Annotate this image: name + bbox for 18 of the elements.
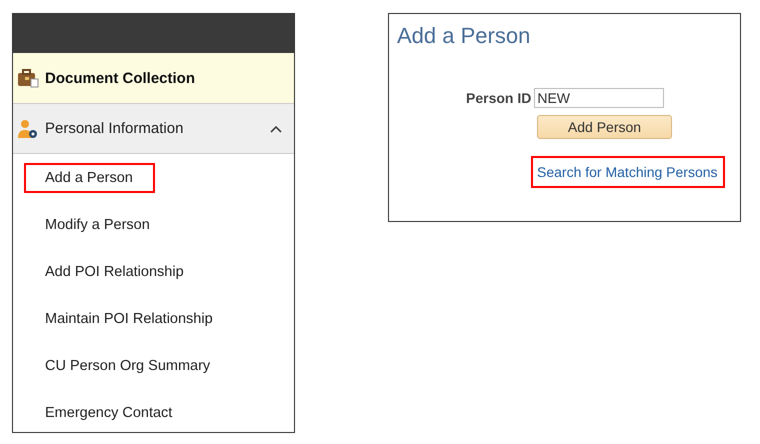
add-person-button[interactable]: Add Person	[537, 115, 672, 139]
briefcase-icon	[17, 68, 39, 88]
menu-item[interactable]: Emergency Contact	[24, 398, 194, 428]
menu-item[interactable]: Maintain POI Relationship	[24, 304, 235, 334]
menu-section[interactable]: Document Collection	[13, 53, 294, 104]
menu-item[interactable]: Modify a Person	[24, 210, 172, 240]
menu-item[interactable]: Add a Person	[24, 162, 155, 192]
menu-item[interactable]: CU Person Org Summary	[24, 350, 232, 380]
page-title: Add a Person	[397, 23, 532, 49]
person-id-field[interactable]: NEW	[534, 88, 664, 108]
menu-group[interactable]: Personal Information	[13, 104, 294, 154]
search-link[interactable]: Search for Matching Persons	[531, 156, 725, 188]
person-gear-icon	[17, 118, 39, 138]
group-label: Personal Information	[45, 120, 184, 137]
field-label: Person ID	[466, 90, 532, 106]
section-label: Document Collection	[45, 70, 196, 86]
menu-item[interactable]: Add POI Relationship	[24, 256, 206, 286]
chevron-icon[interactable]	[270, 124, 282, 132]
